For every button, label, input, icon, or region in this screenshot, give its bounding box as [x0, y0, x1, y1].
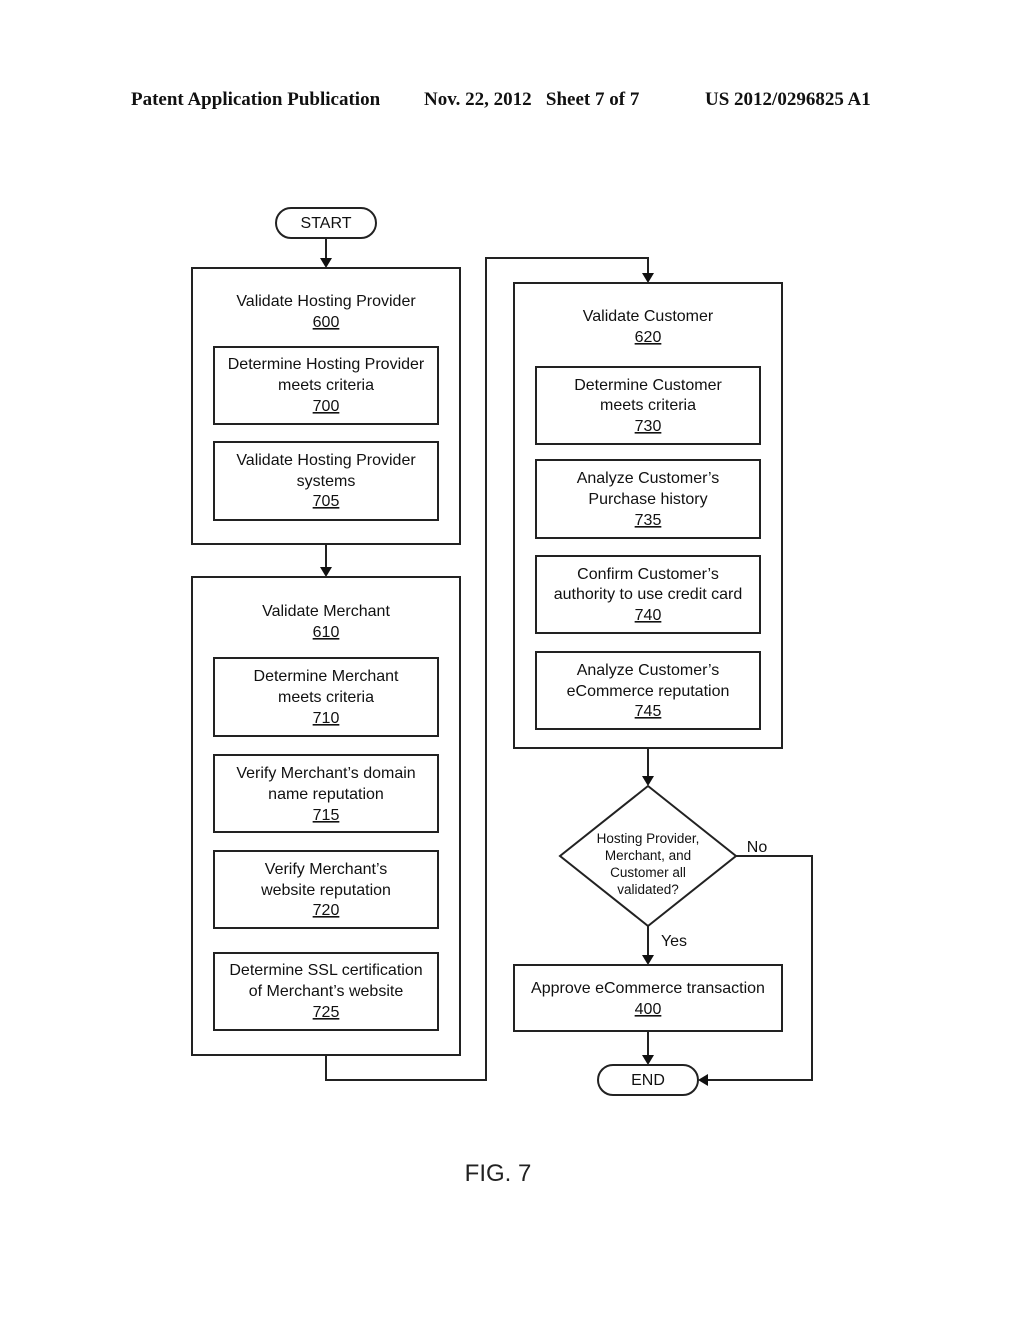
step-ref: 725: [313, 1004, 340, 1021]
step-line: of Merchant’s website: [249, 983, 404, 1000]
step-line: Determine Customer: [574, 377, 722, 394]
step-705: Validate Hosting Provider systems 705: [213, 441, 439, 521]
step-710: Determine Merchant meets criteria 710: [213, 657, 439, 737]
figure-label: FIG. 7: [465, 1160, 532, 1187]
step-line: website reputation: [260, 882, 391, 899]
step-line: Confirm Customer’s: [577, 566, 719, 583]
step-line: meets criteria: [278, 689, 374, 706]
step-ref: 745: [635, 703, 662, 720]
step-line: eCommerce reputation: [567, 683, 730, 700]
step-line: Determine Merchant: [254, 668, 400, 685]
step-ref: 720: [313, 902, 340, 919]
step-line: Verify Merchant’s domain: [236, 765, 415, 782]
flowchart: START Validate Hosting Provider 600 Dete…: [191, 207, 813, 1187]
step-740: Confirm Customer’s authority to use cred…: [535, 555, 761, 634]
step-line: meets criteria: [600, 397, 696, 414]
yes-label: Yes: [661, 933, 687, 950]
step-ref: 400: [635, 1001, 662, 1018]
arrowhead: [320, 567, 332, 577]
step-line: systems: [297, 473, 356, 490]
start-terminal: START: [275, 207, 377, 239]
arrowhead: [642, 1055, 654, 1065]
group-validate-hosting-provider: Validate Hosting Provider 600 Determine …: [191, 267, 461, 545]
arrowhead: [320, 258, 332, 268]
step-line: name reputation: [268, 786, 384, 803]
group-title: Validate Hosting Provider: [236, 293, 416, 310]
decision-line: Merchant, and: [605, 848, 691, 863]
group-validate-customer: Validate Customer 620 Determine Customer…: [513, 282, 783, 749]
step-745: Analyze Customer’s eCommerce reputation …: [535, 651, 761, 730]
arrowhead: [642, 776, 654, 786]
step-735: Analyze Customer’s Purchase history 735: [535, 459, 761, 539]
step-ref: 700: [313, 398, 340, 415]
start-label: START: [301, 215, 352, 232]
arrowhead: [698, 1074, 708, 1086]
group-ref: 610: [313, 624, 340, 641]
step-ref: 740: [635, 607, 662, 624]
step-ref: 735: [635, 512, 662, 529]
step-title: Approve eCommerce transaction: [531, 980, 765, 997]
decision-line: validated?: [617, 882, 679, 897]
group-validate-merchant: Validate Merchant 610 Determine Merchant…: [191, 576, 461, 1056]
step-line: meets criteria: [278, 377, 374, 394]
step-725: Determine SSL certification of Merchant’…: [213, 952, 439, 1031]
step-line: Analyze Customer’s: [577, 662, 720, 679]
step-730: Determine Customer meets criteria 730: [535, 366, 761, 445]
step-line: Determine Hosting Provider: [228, 356, 425, 373]
step-line: Purchase history: [588, 491, 707, 508]
step-ref: 710: [313, 710, 340, 727]
decision-all-validated: Hosting Provider, Merchant, and Customer…: [558, 784, 738, 928]
step-approve-transaction: Approve eCommerce transaction 400: [513, 964, 783, 1032]
step-720: Verify Merchant’s website reputation 720: [213, 850, 439, 929]
group-ref: 600: [313, 314, 340, 331]
step-ref: 705: [313, 493, 340, 510]
step-box: [513, 964, 783, 1032]
step-line: Validate Hosting Provider: [236, 452, 416, 469]
group-title: Validate Merchant: [262, 603, 390, 620]
end-label: END: [631, 1072, 665, 1089]
group-ref: 620: [635, 329, 662, 346]
step-ref: 730: [635, 418, 662, 435]
step-line: Verify Merchant’s: [265, 861, 387, 878]
no-label: No: [747, 839, 768, 856]
step-line: Analyze Customer’s: [577, 470, 720, 487]
group-title: Validate Customer: [583, 308, 714, 325]
arrowhead: [642, 273, 654, 283]
step-line: Determine SSL certification: [229, 962, 422, 979]
step-line: authority to use credit card: [554, 586, 743, 603]
decision-line: Hosting Provider,: [597, 831, 700, 846]
decision-line: Customer all: [610, 865, 686, 880]
step-700: Determine Hosting Provider meets criteri…: [213, 346, 439, 425]
end-terminal: END: [597, 1064, 699, 1096]
step-ref: 715: [313, 807, 340, 824]
arrowhead: [642, 955, 654, 965]
step-715: Verify Merchant’s domain name reputation…: [213, 754, 439, 833]
